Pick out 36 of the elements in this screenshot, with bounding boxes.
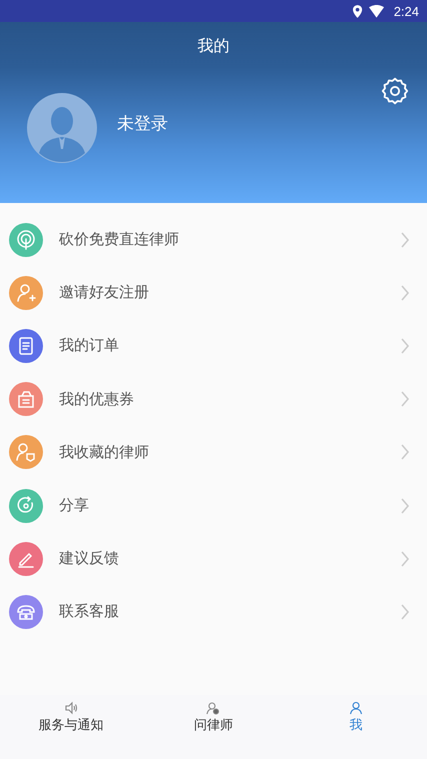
menu-item[interactable]: 分享 [0, 478, 427, 532]
status-time: 2:24 [394, 4, 419, 18]
menu-item[interactable]: 联系客服 [0, 585, 427, 638]
menu-label: 我的订单 [59, 336, 120, 356]
chevron-right-icon [400, 336, 410, 355]
chevron-right-icon [400, 230, 410, 249]
menu-label: 分享 [59, 496, 90, 516]
menu-label: 联系客服 [59, 602, 120, 622]
nav-tab[interactable]: 我 [284, 695, 427, 734]
chevron-right-icon [400, 284, 410, 302]
menu-item[interactable]: 我的订单 [0, 319, 427, 373]
menu-item[interactable]: 建议反馈 [0, 532, 427, 586]
person-icon [348, 701, 363, 715]
menu-item[interactable]: 邀请好友注册 [0, 266, 427, 320]
lawyer-icon [206, 701, 220, 715]
location-icon [352, 4, 363, 18]
chevron-right-icon [400, 550, 410, 568]
chevron-right-icon [400, 390, 410, 408]
menu-label: 砍价免费直连律师 [59, 230, 180, 250]
menu-item[interactable]: 我收藏的律师 [0, 426, 427, 479]
menu-item[interactable]: 砍价免费直连律师 [0, 213, 427, 266]
speaker-icon [64, 701, 78, 715]
nav-tab[interactable]: 问律师 [142, 695, 285, 734]
menu-item[interactable]: 我的优惠券 [0, 372, 427, 426]
chevron-right-icon [400, 496, 410, 515]
menu-label: 建议反馈 [59, 549, 120, 568]
page-title: 我的 [196, 36, 230, 57]
nav-tab[interactable]: 服务与通知 [0, 695, 142, 734]
menu-label: 邀请好友注册 [59, 283, 150, 302]
menu-label: 我收藏的律师 [59, 442, 150, 462]
settings-icon[interactable] [381, 77, 409, 105]
chevron-right-icon [400, 602, 410, 621]
menu-label: 我的优惠券 [59, 390, 135, 409]
login-status[interactable]: 未登录 [117, 112, 168, 134]
chevron-right-icon [400, 443, 410, 462]
wifi-icon [368, 4, 384, 18]
